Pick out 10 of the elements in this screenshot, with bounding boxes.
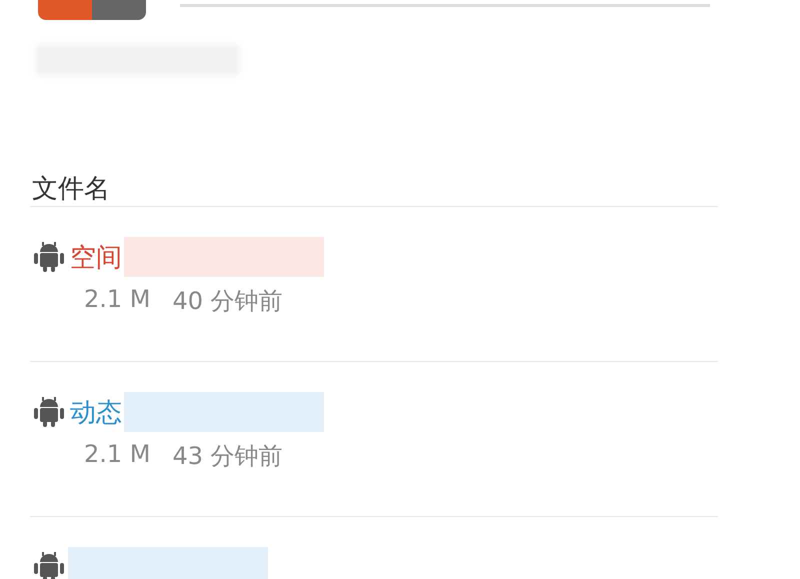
file-size: 2.1 M	[84, 285, 151, 315]
android-icon	[32, 242, 66, 272]
android-icon	[32, 552, 66, 579]
android-icon	[32, 397, 66, 427]
file-name[interactable]: 空间	[70, 240, 122, 274]
file-name[interactable]: 动态	[70, 394, 122, 430]
column-header: 文件名	[32, 173, 111, 206]
file-size: 2.1 M	[84, 440, 151, 470]
file-time: 43 分钟前	[172, 441, 283, 472]
file-time: 40 分钟前	[172, 286, 283, 317]
